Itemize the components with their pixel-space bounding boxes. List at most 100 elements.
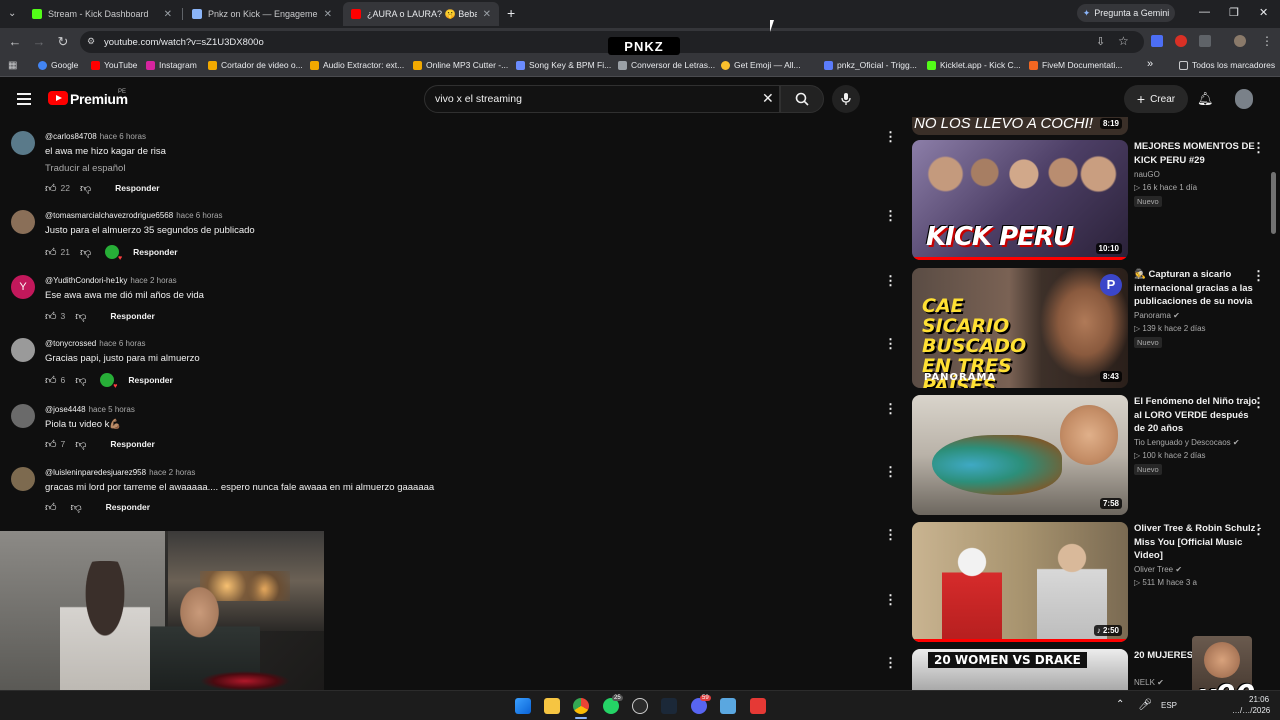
video-channel[interactable]: nauGO <box>1134 170 1160 179</box>
bookmark-get-emoji[interactable]: Get Emoji — All... <box>721 60 801 70</box>
reply-button[interactable]: Responder <box>128 375 172 385</box>
bookmark-fivem[interactable]: FiveM Documentati... <box>1029 60 1122 70</box>
tab-pnkz-on-kick[interactable]: Pnkz on Kick — Engagement A ✕ <box>184 2 340 26</box>
tab-aura-o-laura[interactable]: ¿AURA o LAURA? 🤫 Beba ✕ <box>343 2 499 26</box>
video-menu-icon[interactable]: ⋮ <box>1252 395 1265 411</box>
translate-link[interactable]: Traducir al español <box>45 163 125 174</box>
video-thumbnail-partial[interactable]: NO LOS LLEVO A COCHI! 8:19 <box>912 117 1128 135</box>
comment-time[interactable]: hace 6 horas <box>176 211 222 220</box>
bookmark-conversor[interactable]: Conversor de Letras... <box>618 60 715 70</box>
app-red-icon[interactable] <box>750 698 766 714</box>
bookmark-audio-extractor[interactable]: Audio Extractor: ext... <box>310 60 404 70</box>
tray-microphone-icon[interactable]: 🎤︎ <box>1138 698 1152 711</box>
bookmark-mp3-cutter[interactable]: Online MP3 Cutter -... <box>413 60 508 70</box>
comment-author[interactable]: @tomasmarcialchavezrodrigue6568 <box>45 211 173 220</box>
video-thumbnail[interactable]: 20 WOMEN VS DRAKE <box>912 649 1128 690</box>
clock-date[interactable]: …/…/2026 <box>1232 706 1270 715</box>
apps-grid-icon[interactable]: ▦ <box>8 60 17 71</box>
close-tab-icon[interactable]: ✕ <box>483 9 491 20</box>
search-input[interactable]: vivo x el streaming <box>424 85 780 113</box>
account-avatar[interactable] <box>1235 89 1253 109</box>
recommended-video[interactable]: KICK PERU 10:10 MEJORES MOMENTOS DE KICK… <box>912 140 1272 264</box>
windows-start-icon[interactable] <box>515 698 531 714</box>
dislike-icon[interactable]: 👎︎ <box>75 374 86 387</box>
menu-icon[interactable] <box>17 93 31 108</box>
bookmark-kicklet[interactable]: Kicklet.app - Kick C... <box>927 60 1021 70</box>
dislike-icon[interactable]: 👎︎ <box>75 438 86 451</box>
obs-icon[interactable] <box>632 698 648 714</box>
like-icon[interactable]: 👍︎ <box>45 438 57 451</box>
video-channel[interactable]: Oliver Tree ✔ <box>1134 565 1182 574</box>
tab-kick-dashboard[interactable]: Stream - Kick Dashboard ✕ <box>24 2 180 26</box>
comment-menu-icon[interactable]: ⋮ <box>884 273 897 289</box>
reply-button[interactable]: Responder <box>110 439 154 449</box>
reload-icon[interactable]: ↻ <box>55 34 71 50</box>
video-thumbnail[interactable]: P CAE SICARIO BUSCADO EN TRES PAÍSES PAN… <box>912 268 1128 388</box>
voice-search-button[interactable] <box>832 85 860 113</box>
bookmarks-overflow-icon[interactable]: » <box>1147 58 1153 70</box>
steam-icon[interactable] <box>661 698 677 714</box>
comment-author[interactable]: @carlos84708 <box>45 132 97 141</box>
like-icon[interactable]: 👍︎ <box>45 246 57 259</box>
reply-button[interactable]: Responder <box>133 247 177 257</box>
comment-author[interactable]: @jose4448 <box>45 405 86 414</box>
search-button[interactable] <box>780 85 824 113</box>
reply-button[interactable]: Responder <box>115 183 159 193</box>
forward-icon[interactable]: → <box>31 34 47 49</box>
commenter-avatar[interactable] <box>11 210 35 234</box>
site-info-icon[interactable]: ⚙ <box>87 36 95 47</box>
bookmark-google[interactable]: Google <box>38 60 78 70</box>
chrome-menu-icon[interactable]: ⋮ <box>1261 34 1273 48</box>
close-tab-icon[interactable]: ✕ <box>324 9 332 20</box>
video-menu-icon[interactable]: ⋮ <box>1252 140 1265 156</box>
comment-time[interactable]: hace 2 horas <box>149 468 195 477</box>
dislike-icon[interactable]: 👎︎ <box>71 501 82 514</box>
bookmark-song-key[interactable]: Song Key & BPM Fi... <box>516 60 611 70</box>
minimize-icon[interactable]: — <box>1199 6 1210 18</box>
video-channel[interactable]: Tio Lenguado y Descocaos ✔ <box>1134 438 1240 447</box>
bookmark-cortador[interactable]: Cortador de video o... <box>208 60 303 70</box>
commenter-avatar[interactable] <box>11 404 35 428</box>
dislike-icon[interactable]: 👎︎ <box>80 246 91 259</box>
video-thumbnail[interactable]: ♪ 2:50 <box>912 522 1128 642</box>
extensions-puzzle-icon[interactable] <box>1199 35 1211 47</box>
clear-search-icon[interactable]: ✕ <box>762 90 774 107</box>
page-scrollbar[interactable] <box>1271 172 1276 234</box>
video-thumbnail[interactable]: KICK PERU 10:10 <box>912 140 1128 260</box>
comment-menu-icon[interactable]: ⋮ <box>884 208 897 224</box>
comment-time[interactable]: hace 2 horas <box>130 276 176 285</box>
comment-author[interactable]: @luisleninparedesjuarez958 <box>45 468 146 477</box>
video-title[interactable]: El Fenómeno del Niño trajo al LORO VERDE… <box>1134 395 1262 436</box>
video-menu-icon[interactable]: ⋮ <box>1252 522 1265 538</box>
like-icon[interactable]: 👍︎ <box>45 182 57 195</box>
comment-menu-icon[interactable]: ⋮ <box>884 336 897 352</box>
comment-time[interactable]: hace 5 horas <box>89 405 135 414</box>
tray-overflow-icon[interactable]: ⌃ <box>1116 699 1124 710</box>
tab-search-icon[interactable]: ⌄ <box>8 8 16 19</box>
gemini-button[interactable]: ✦ Pregunta a Gemini <box>1077 4 1175 22</box>
bookmark-pnkz-oficial[interactable]: pnkz_Oficial - Trigg... <box>824 60 917 70</box>
youtube-logo-icon[interactable] <box>48 91 68 105</box>
comment-menu-icon[interactable]: ⋮ <box>884 592 897 608</box>
extension-icon[interactable] <box>1151 35 1163 47</box>
video-thumbnail[interactable]: 7:58 <box>912 395 1128 515</box>
video-title[interactable]: 🕵️ Capturan a sicario internacional grac… <box>1134 268 1262 309</box>
comment-time[interactable]: hace 6 horas <box>99 339 145 348</box>
comment-menu-icon[interactable]: ⋮ <box>884 129 897 145</box>
like-icon[interactable]: 👍︎ <box>45 310 57 323</box>
back-icon[interactable]: ← <box>7 34 23 49</box>
bookmark-star-icon[interactable]: ☆ <box>1118 34 1129 48</box>
comment-menu-icon[interactable]: ⋮ <box>884 655 897 671</box>
notifications-bell-icon[interactable]: 🔔︎ <box>1197 91 1214 107</box>
like-icon[interactable]: 👍︎ <box>45 501 57 514</box>
video-channel[interactable]: NELK ✔ <box>1134 678 1164 687</box>
all-bookmarks-folder[interactable]: Todos los marcadores <box>1179 60 1275 70</box>
comment-author[interactable]: @tonycrossed <box>45 339 96 348</box>
video-title[interactable]: MEJORES MOMENTOS DE KICK PERU #29 <box>1134 140 1262 167</box>
video-title[interactable]: Oliver Tree & Robin Schulz - Miss You [O… <box>1134 522 1262 563</box>
chrome-icon[interactable] <box>573 698 589 714</box>
reply-button[interactable]: Responder <box>106 502 150 512</box>
recommended-video[interactable]: P CAE SICARIO BUSCADO EN TRES PAÍSES PAN… <box>912 268 1272 392</box>
recommended-video[interactable]: 7:58 El Fenómeno del Niño trajo al LORO … <box>912 395 1272 519</box>
reply-button[interactable]: Responder <box>110 311 154 321</box>
